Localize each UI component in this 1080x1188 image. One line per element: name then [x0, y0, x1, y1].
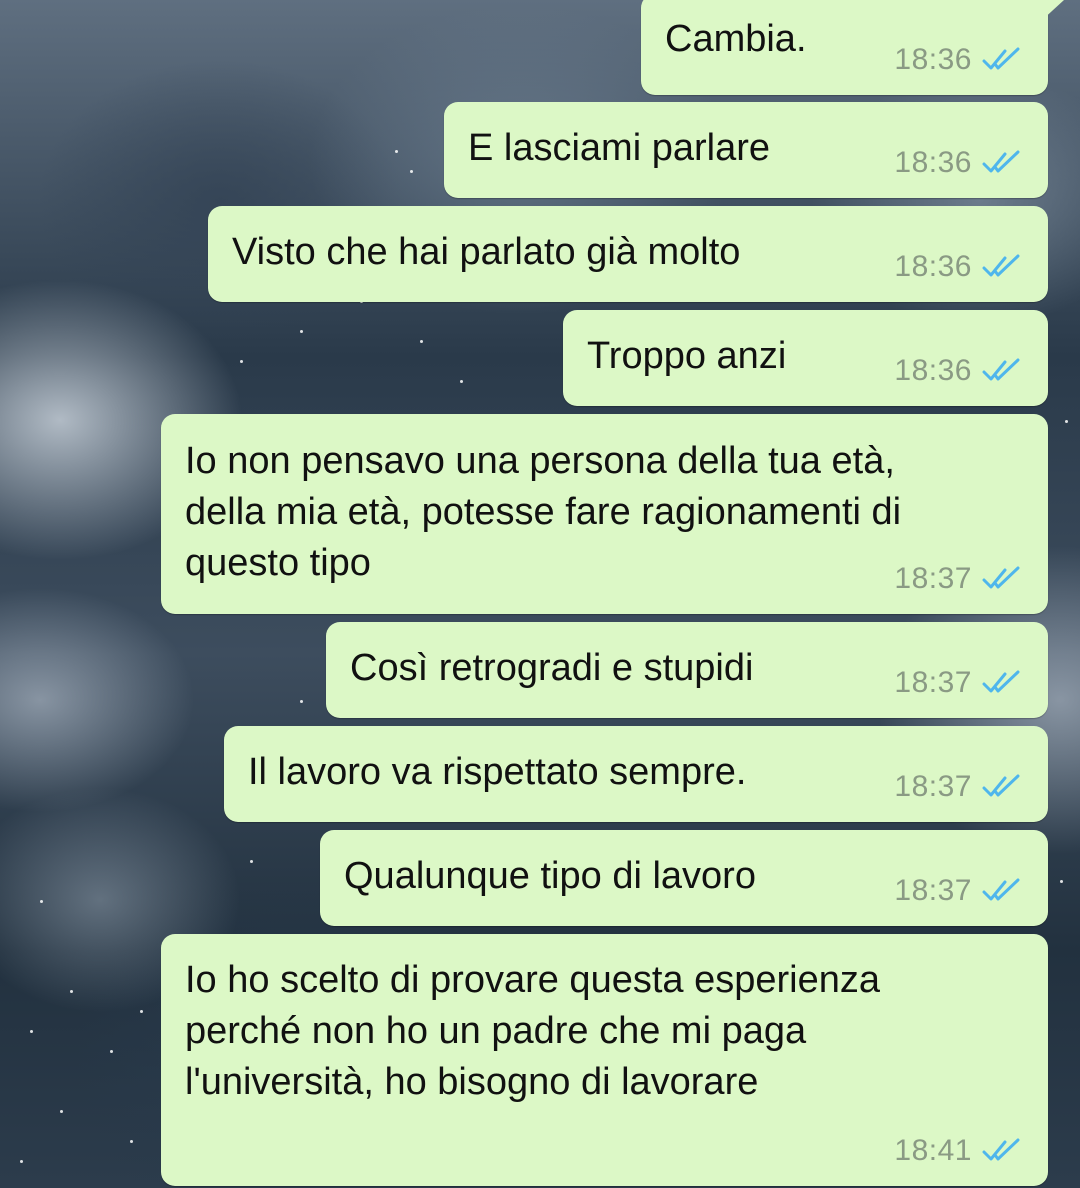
message-meta: 18:37 [894, 770, 1022, 804]
message-time: 18:36 [894, 43, 972, 76]
message-bubble[interactable]: Io non pensavo una persona della tua età… [161, 414, 1048, 614]
message-text: Io non pensavo una persona della tua età… [185, 440, 902, 584]
double-check-icon [982, 670, 1020, 693]
message-bubble[interactable]: Io ho scelto di provare questa esperienz… [161, 934, 1048, 1186]
double-check-icon [982, 774, 1020, 797]
message-text: Io ho scelto di provare questa esperienz… [185, 959, 880, 1103]
message-meta: 18:36 [894, 43, 1022, 77]
message-time: 18:37 [894, 770, 972, 803]
message-bubble[interactable]: Il lavoro va rispettato sempre. 18:37 [224, 726, 1048, 822]
message-meta: 18:36 [894, 146, 1022, 180]
message-meta: 18:41 [894, 1134, 1022, 1168]
message-text: Il lavoro va rispettato sempre. [248, 751, 747, 793]
double-check-icon [982, 254, 1020, 277]
message-time: 18:37 [894, 874, 972, 907]
message-text: E lasciami parlare [468, 127, 770, 169]
double-check-icon [982, 1138, 1020, 1161]
message-text: Così retrogradi e stupidi [350, 647, 754, 689]
message-text: Cambia. [665, 18, 807, 60]
message-bubble[interactable]: Così retrogradi e stupidi 18:37 [326, 622, 1048, 718]
bubble-tail [1040, 0, 1064, 22]
message-time: 18:36 [894, 146, 972, 179]
message-text: Qualunque tipo di lavoro [344, 855, 756, 897]
message-bubble[interactable]: Qualunque tipo di lavoro 18:37 [320, 830, 1048, 926]
double-check-icon [982, 47, 1020, 70]
double-check-icon [982, 358, 1020, 381]
message-meta: 18:36 [894, 250, 1022, 284]
message-meta: 18:36 [894, 354, 1022, 388]
message-list[interactable]: Cambia. 18:36 E lasciami parlare 18:36 V… [0, 0, 1080, 1188]
message-time: 18:37 [894, 666, 972, 699]
message-bubble[interactable]: Troppo anzi 18:36 [563, 310, 1048, 406]
message-meta: 18:37 [894, 562, 1022, 596]
double-check-icon [982, 566, 1020, 589]
message-text: Troppo anzi [587, 335, 787, 377]
message-bubble[interactable]: E lasciami parlare 18:36 [444, 102, 1048, 198]
message-bubble[interactable]: Visto che hai parlato già molto 18:36 [208, 206, 1048, 302]
message-text: Visto che hai parlato già molto [232, 231, 741, 273]
message-bubble[interactable]: Cambia. 18:36 [641, 0, 1064, 95]
double-check-icon [982, 150, 1020, 173]
message-time: 18:36 [894, 354, 972, 387]
message-meta: 18:37 [894, 666, 1022, 700]
message-time: 18:36 [894, 250, 972, 283]
message-meta: 18:37 [894, 874, 1022, 908]
message-time: 18:41 [894, 1134, 972, 1167]
double-check-icon [982, 878, 1020, 901]
message-time: 18:37 [894, 562, 972, 595]
